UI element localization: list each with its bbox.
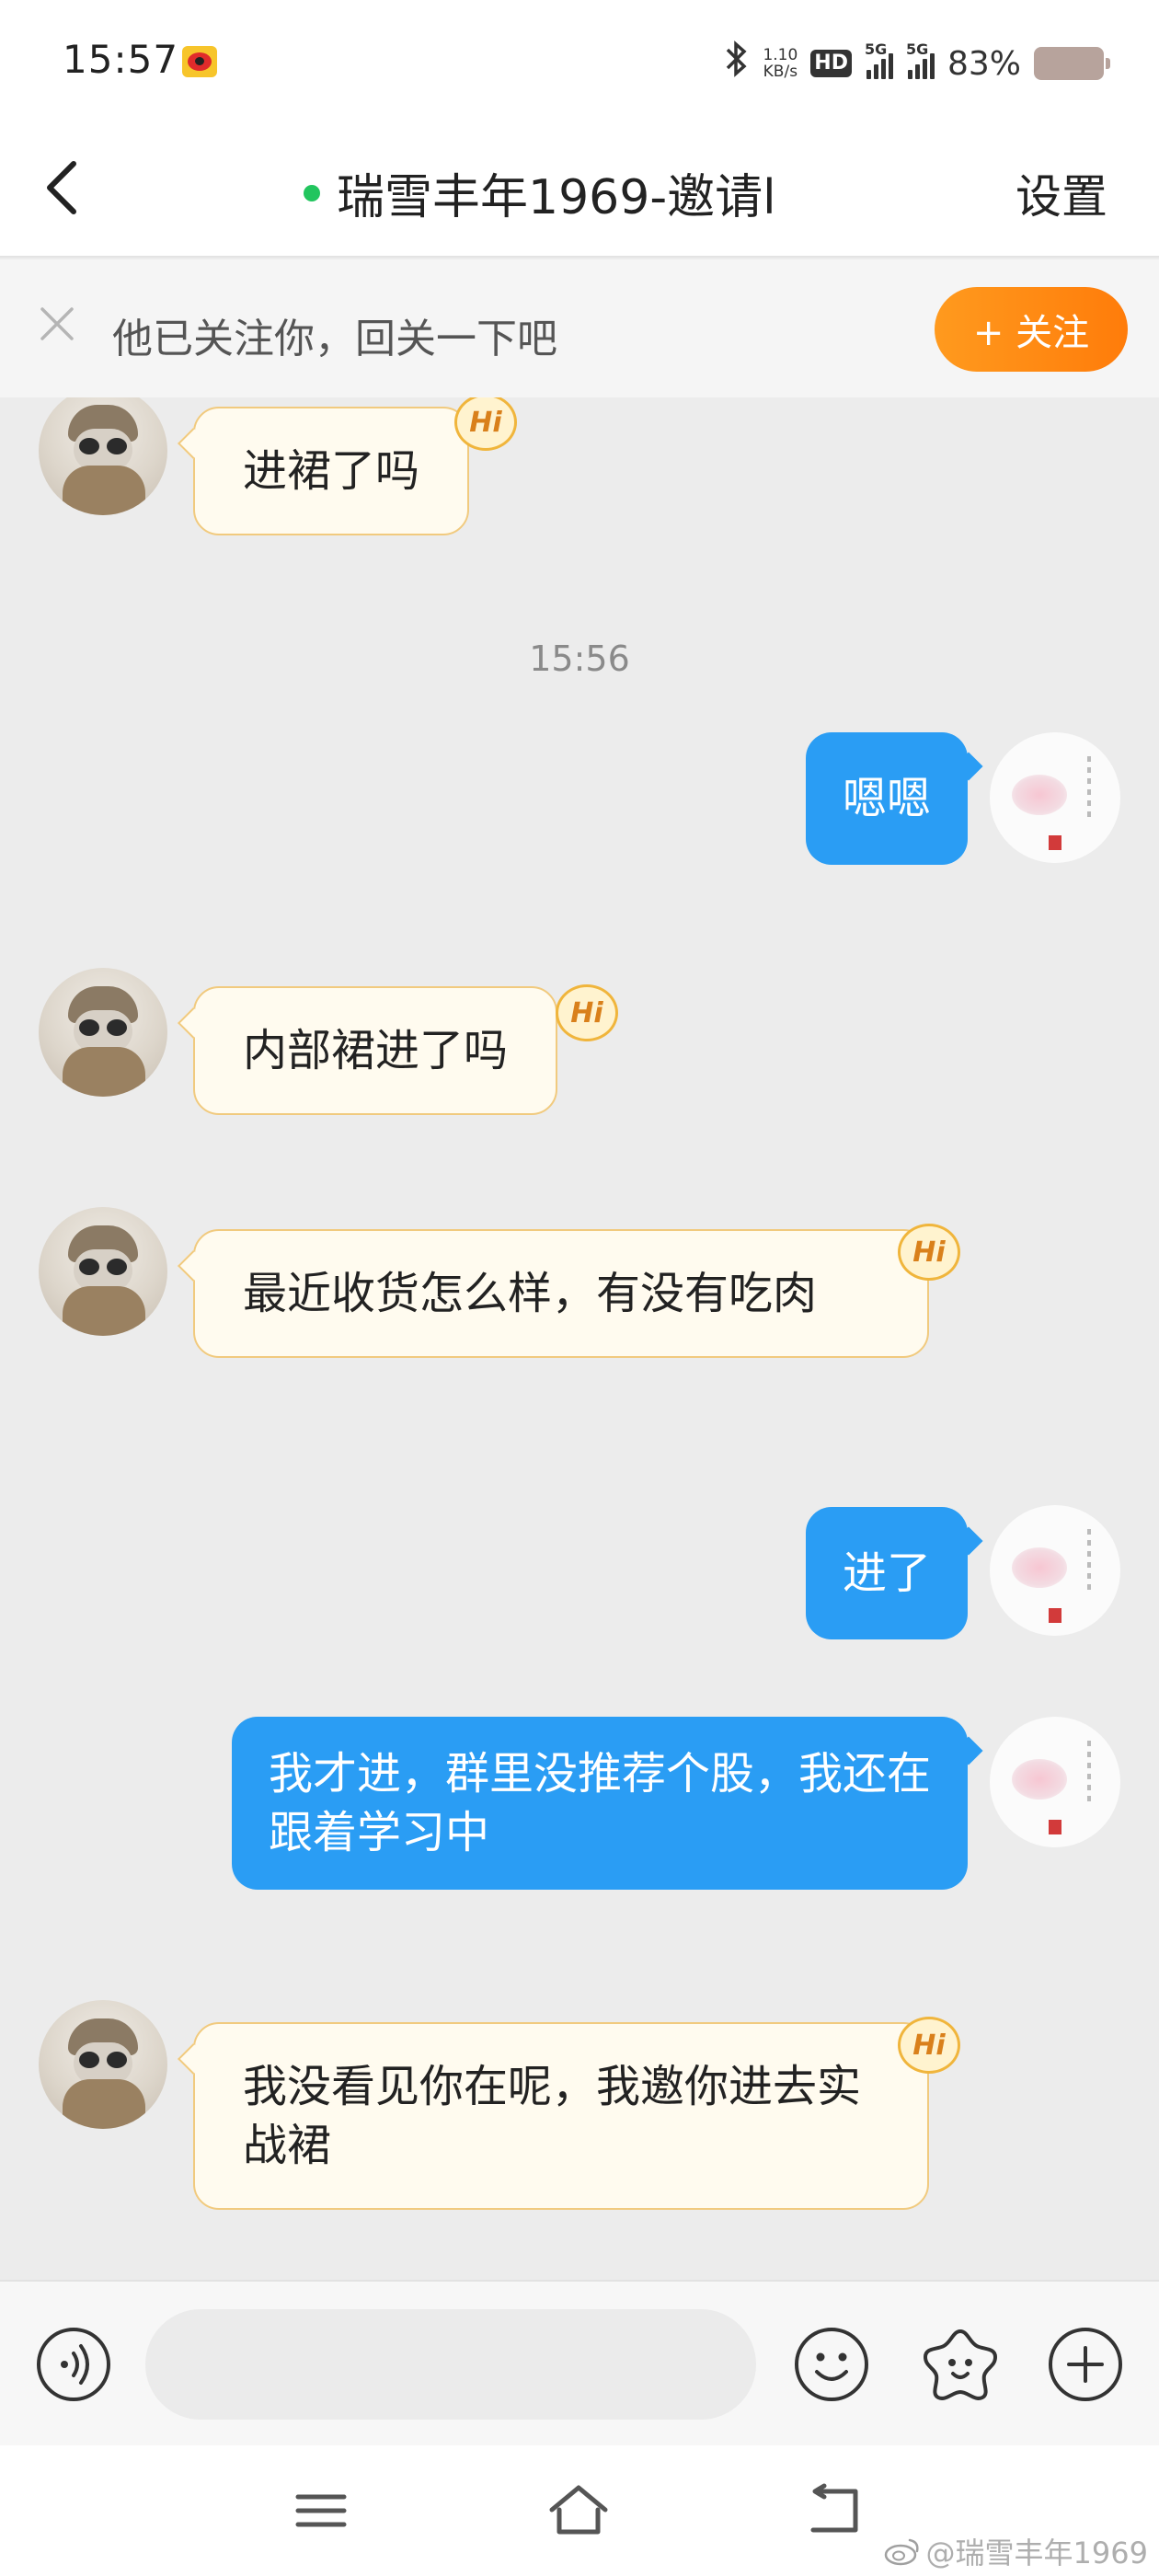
follow-banner-text: 他已关注你，回关一下吧 bbox=[112, 316, 557, 362]
message-text: 进裙了吗 bbox=[243, 445, 420, 497]
status-bar: 15:57 1.10 KB/s HD 5G 5G 83% bbox=[0, 0, 1159, 123]
my-avatar[interactable] bbox=[990, 1717, 1120, 1847]
close-icon bbox=[40, 307, 74, 340]
voice-icon bbox=[37, 2328, 110, 2401]
settings-button[interactable]: 设置 bbox=[1016, 160, 1107, 226]
chevron-left-icon bbox=[47, 161, 76, 214]
hi-badge: Hi bbox=[898, 2017, 960, 2074]
message-text: 内部裙进了吗 bbox=[243, 1025, 509, 1076]
hi-badge: Hi bbox=[556, 984, 618, 1041]
emoji-button[interactable] bbox=[793, 2326, 870, 2403]
more-button[interactable] bbox=[1047, 2326, 1124, 2403]
hd-badge: HD bbox=[810, 50, 852, 77]
chat-header: 瑞雪丰年1969-邀请l 设置 bbox=[0, 123, 1159, 258]
battery-percent: 83% bbox=[947, 44, 1021, 83]
follow-banner: 他已关注你，回关一下吧 + 关注 bbox=[0, 259, 1159, 397]
sticker-icon bbox=[924, 2329, 997, 2400]
message-text: 我没看见你在呢，我邀你进去实战裙 bbox=[243, 2061, 862, 2171]
sim1-label: 5G bbox=[864, 40, 888, 58]
message-bubble-right[interactable]: 我才进，群里没推荐个股，我还在跟着学习中 bbox=[232, 1717, 968, 1890]
message-text: 进了 bbox=[842, 1547, 931, 1599]
status-time: 15:57 bbox=[63, 37, 179, 82]
time-separator: 15:56 bbox=[529, 638, 630, 679]
voice-button[interactable] bbox=[35, 2326, 112, 2403]
my-avatar[interactable] bbox=[990, 732, 1120, 863]
my-avatar[interactable] bbox=[990, 1505, 1120, 1636]
message-text: 嗯嗯 bbox=[842, 773, 931, 824]
message-bubble-left[interactable]: 内部裙进了吗 bbox=[193, 986, 558, 1115]
back-button[interactable] bbox=[37, 151, 92, 224]
sticker-button[interactable] bbox=[922, 2326, 999, 2403]
weibo-logo-icon bbox=[884, 2538, 919, 2566]
hi-badge: Hi bbox=[898, 1224, 960, 1281]
message-bubble-right[interactable]: 嗯嗯 bbox=[805, 732, 968, 865]
contact-avatar[interactable] bbox=[39, 397, 167, 515]
contact-avatar[interactable] bbox=[39, 968, 167, 1097]
online-status-dot bbox=[304, 184, 320, 201]
back-icon bbox=[810, 2483, 858, 2533]
network-speed-unit: KB/s bbox=[763, 63, 798, 81]
battery-icon bbox=[1034, 47, 1110, 80]
message-bubble-left[interactable]: 最近收货怎么样，有没有吃肉 bbox=[193, 1229, 929, 1358]
chat-messages: 进裙了吗 Hi 15:56 嗯嗯 内部裙进了吗 Hi 最近收货怎么样，有没有吃肉… bbox=[0, 397, 1159, 2280]
contact-avatar[interactable] bbox=[39, 2000, 167, 2129]
nav-menu-button[interactable] bbox=[289, 2478, 353, 2543]
message-bubble-right[interactable]: 进了 bbox=[805, 1507, 968, 1639]
nav-back-button[interactable] bbox=[804, 2478, 868, 2543]
message-input[interactable] bbox=[145, 2309, 756, 2420]
follow-button[interactable]: + 关注 bbox=[935, 287, 1128, 372]
menu-icon bbox=[295, 2494, 347, 2527]
signal-icon-sim2: 5G bbox=[906, 40, 935, 79]
plus-icon bbox=[1049, 2328, 1122, 2401]
message-text: 最近收货怎么样，有没有吃肉 bbox=[243, 1268, 818, 1319]
chat-title: 瑞雪丰年1969-邀请l bbox=[337, 170, 776, 225]
status-icons: 1.10 KB/s HD 5G 5G 83% bbox=[724, 40, 1110, 86]
nav-home-button[interactable] bbox=[546, 2478, 611, 2543]
input-bar bbox=[0, 2280, 1159, 2445]
network-speed-value: 1.10 bbox=[763, 46, 798, 64]
message-bubble-left[interactable]: 进裙了吗 bbox=[193, 407, 470, 535]
close-banner-button[interactable] bbox=[37, 304, 77, 344]
network-speed: 1.10 KB/s bbox=[763, 47, 798, 80]
bluetooth-icon bbox=[724, 40, 750, 86]
signal-icon-sim1: 5G bbox=[865, 40, 893, 79]
message-bubble-left[interactable]: 我没看见你在呢，我邀你进去实战裙 bbox=[193, 2022, 929, 2210]
contact-avatar[interactable] bbox=[39, 1207, 167, 1336]
home-icon bbox=[549, 2485, 608, 2535]
watermark: @瑞雪丰年1969 bbox=[884, 2530, 1148, 2572]
weibo-notification-icon bbox=[182, 46, 217, 77]
sim2-label: 5G bbox=[905, 40, 929, 58]
watermark-text: @瑞雪丰年1969 bbox=[925, 2536, 1148, 2570]
message-text: 我才进，群里没推荐个股，我还在跟着学习中 bbox=[269, 1748, 932, 1858]
system-nav-bar: @瑞雪丰年1969 bbox=[0, 2445, 1159, 2576]
emoji-icon bbox=[795, 2328, 868, 2401]
chat-title-group: 瑞雪丰年1969-邀请l bbox=[304, 158, 776, 227]
hi-badge: Hi bbox=[454, 397, 517, 451]
